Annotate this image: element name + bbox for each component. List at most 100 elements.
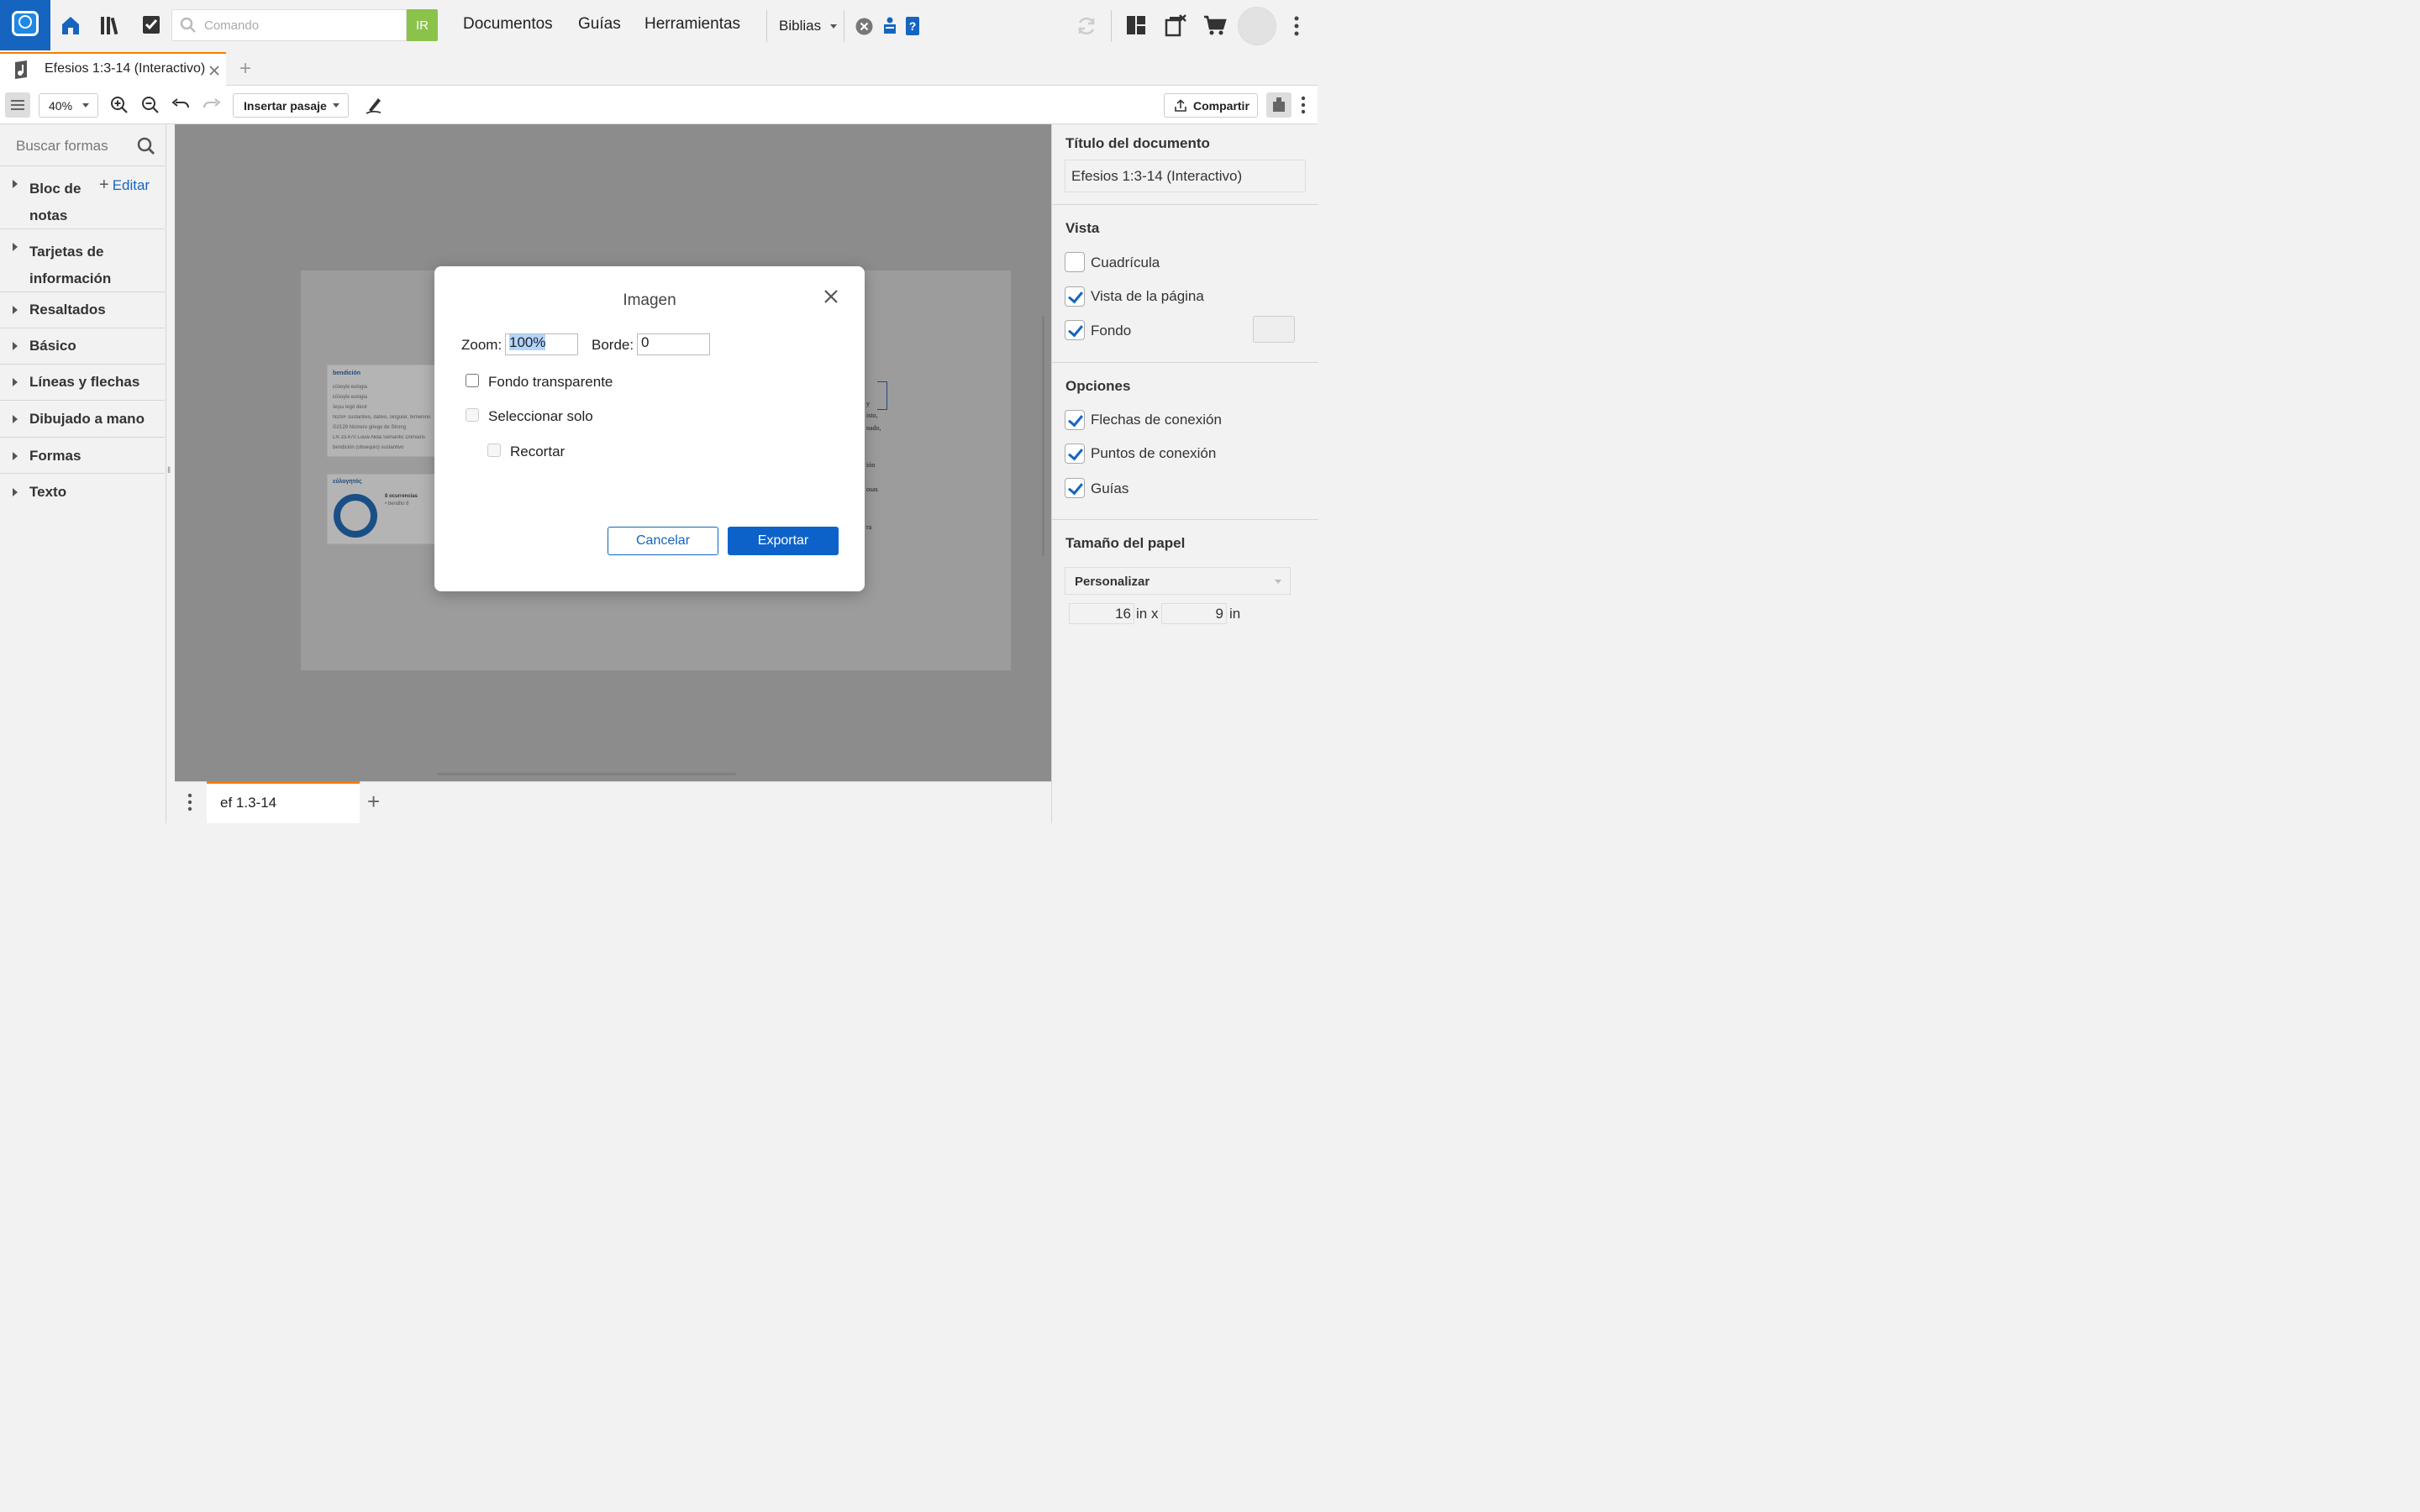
transparent-background-checkbox[interactable] <box>466 374 479 387</box>
guides-checkbox[interactable] <box>1065 478 1085 498</box>
toolbar-more-icon[interactable] <box>1299 95 1307 115</box>
nav-documentos[interactable]: Documentos <box>463 15 553 34</box>
zoom-label: Zoom: <box>461 337 502 353</box>
section-lines-arrows[interactable]: Líneas y flechas <box>0 365 165 401</box>
grid-checkbox[interactable] <box>1065 252 1085 272</box>
add-tab-button[interactable]: + <box>239 57 251 81</box>
zoom-in-icon[interactable] <box>110 96 129 114</box>
edit-notebook-button[interactable]: + Editar <box>99 176 150 195</box>
page-text: ión <box>866 461 876 469</box>
resize-handle[interactable]: ‖ <box>167 466 175 480</box>
close-panels-icon[interactable] <box>1165 13 1186 37</box>
info-card-word[interactable]: bendición εὐλογία eulogia εὐλογία eulogi… <box>327 365 436 457</box>
cart-icon[interactable] <box>1203 14 1227 36</box>
section-info-cards[interactable]: Tarjetas de información <box>0 229 165 292</box>
library-icon[interactable] <box>99 14 123 36</box>
section-label: Texto <box>29 484 67 500</box>
crop-checkbox[interactable] <box>487 444 501 457</box>
section-highlights[interactable]: Resaltados <box>0 292 165 328</box>
page-text: y <box>866 400 870 407</box>
background-color-swatch[interactable] <box>1253 316 1295 343</box>
help-icon[interactable]: ? <box>905 16 920 36</box>
background-label: Fondo <box>1091 323 1132 339</box>
close-circle-icon[interactable] <box>855 18 873 35</box>
chevron-down-icon <box>82 103 89 108</box>
tasks-icon[interactable] <box>141 13 161 35</box>
home-icon[interactable] <box>60 14 82 36</box>
select-only-checkbox[interactable] <box>466 408 479 422</box>
share-button[interactable]: Compartir <box>1164 93 1258 118</box>
cancel-button[interactable]: Cancelar <box>608 527 718 555</box>
grid-label: Cuadrícula <box>1091 255 1160 270</box>
horizontal-scrollbar[interactable] <box>437 773 736 775</box>
section-notebook[interactable]: Bloc de notas + Editar <box>0 166 165 229</box>
sheet-tab[interactable]: ef 1.3-14 <box>207 781 360 823</box>
insert-passage-dropdown[interactable]: Insertar pasaje <box>233 93 349 118</box>
unit-x-label: in x <box>1136 606 1159 622</box>
avatar[interactable] <box>1238 7 1276 45</box>
border-input[interactable]: 0 <box>637 333 710 355</box>
zoom-select[interactable]: 40% <box>39 93 98 118</box>
connection-arrows-checkbox[interactable] <box>1065 410 1085 430</box>
sync-icon[interactable] <box>1076 15 1097 37</box>
section-freehand[interactable]: Dibujado a mano <box>0 401 165 438</box>
transparent-background-label: Fondo transparente <box>488 374 613 390</box>
hamburger-icon <box>11 100 24 110</box>
panel-toggle-button[interactable] <box>5 92 30 118</box>
command-input[interactable] <box>204 10 406 40</box>
paper-size-heading: Tamaño del papel <box>1065 535 1186 551</box>
section-basic[interactable]: Básico <box>0 328 165 365</box>
section-shapes[interactable]: Formas <box>0 438 165 474</box>
bibles-dropdown[interactable]: Biblias <box>779 18 837 34</box>
go-button[interactable]: IR <box>407 9 438 41</box>
nav-guias[interactable]: Guías <box>578 15 621 34</box>
zoom-input[interactable]: 100% <box>505 333 578 355</box>
close-icon[interactable] <box>824 290 838 303</box>
bracket-shape[interactable] <box>877 381 887 410</box>
paper-width-input[interactable]: 16 <box>1069 603 1134 624</box>
properties-panel-button[interactable] <box>1266 92 1292 118</box>
doc-title-input[interactable]: Efesios 1:3-14 (Interactivo) <box>1065 160 1306 192</box>
add-sheet-button[interactable]: + <box>367 789 380 815</box>
background-checkbox[interactable] <box>1065 320 1085 340</box>
shapes-search[interactable]: Buscar formas <box>0 124 165 166</box>
section-label: Dibujado a mano <box>29 411 145 427</box>
divider <box>1052 204 1318 205</box>
tab-efesios-document[interactable]: Efesios 1:3-14 (Interactivo) <box>0 52 226 86</box>
search-icon[interactable] <box>137 137 155 155</box>
layout-icon[interactable] <box>1126 15 1146 35</box>
nav-herramientas[interactable]: Herramientas <box>644 15 740 34</box>
paper-height-input[interactable]: 9 <box>1161 603 1227 624</box>
logos-app-logo[interactable] <box>0 0 50 50</box>
expand-triangle-icon <box>13 306 18 314</box>
shapes-panel: Buscar formas Bloc de notas + Editar Tarj… <box>0 124 166 823</box>
doc-title-heading: Título del documento <box>1065 135 1210 151</box>
paper-size-select[interactable]: Personalizar <box>1065 567 1291 595</box>
page-text: nado, <box>866 424 881 432</box>
unit-label: in <box>1229 606 1241 622</box>
close-tab-icon[interactable] <box>209 66 219 76</box>
reader-icon[interactable] <box>881 16 898 36</box>
section-label: Líneas y flechas <box>29 374 140 390</box>
info-card-occurrences[interactable]: εὐλογητός 8 ocurrencias • bendito 8 <box>327 474 436 544</box>
divider <box>766 10 767 42</box>
page-view-checkbox[interactable] <box>1065 286 1085 307</box>
zoom-out-icon[interactable] <box>141 96 160 114</box>
canvas-document-icon <box>15 60 27 79</box>
card-line: NDSF sustantivo, dativo, singular, femen… <box>333 415 431 420</box>
card-line: G2129 Número griego de Strong <box>333 425 407 430</box>
pen-icon[interactable] <box>364 95 384 115</box>
sheets-menu-icon[interactable] <box>186 792 194 812</box>
chevron-down-icon <box>333 103 339 108</box>
export-button[interactable]: Exportar <box>728 527 839 555</box>
section-text[interactable]: Texto <box>0 474 165 510</box>
more-options-icon[interactable] <box>1292 15 1301 37</box>
expand-triangle-icon <box>13 243 18 251</box>
vertical-scrollbar[interactable] <box>1042 316 1044 556</box>
image-export-dialog: Imagen Zoom: 100% Borde: 0 Fondo transpa… <box>434 266 865 591</box>
tab-label: Efesios 1:3-14 (Interactivo) <box>45 61 206 76</box>
divider <box>1052 362 1318 363</box>
connection-points-checkbox[interactable] <box>1065 444 1085 464</box>
undo-icon[interactable] <box>171 97 191 113</box>
redo-icon[interactable] <box>202 97 222 113</box>
